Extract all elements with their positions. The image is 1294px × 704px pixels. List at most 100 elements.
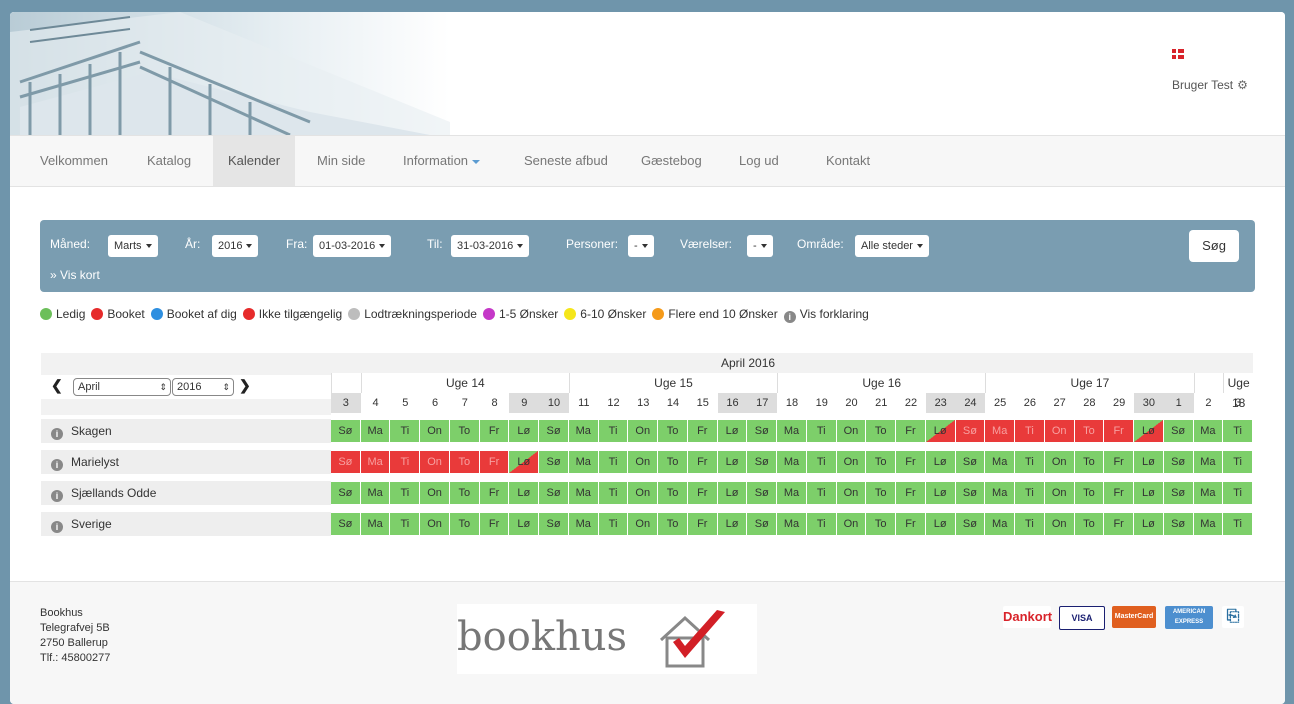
calendar-day-cell[interactable]: Ti	[1223, 513, 1252, 535]
calendar-day-cell[interactable]: Fr	[896, 451, 925, 473]
calendar-day-cell[interactable]: Lø	[1134, 513, 1163, 535]
calendar-day-cell[interactable]: Sø	[747, 513, 777, 535]
calendar-day-cell[interactable]: To	[449, 482, 479, 504]
calendar-day-cell[interactable]: On	[628, 451, 658, 473]
calendar-day-cell[interactable]: On	[836, 451, 866, 473]
calendar-day-cell[interactable]: To	[866, 482, 896, 504]
calendar-day-cell[interactable]: Fr	[896, 482, 925, 504]
calendar-day-cell[interactable]: To	[1074, 513, 1104, 535]
info-icon[interactable]: i	[51, 428, 63, 440]
calendar-day-cell[interactable]: On	[420, 420, 449, 442]
calendar-day-cell[interactable]: Ti	[598, 451, 628, 473]
calendar-day-cell[interactable]: Fr	[479, 482, 509, 504]
persons-select[interactable]: -	[628, 235, 654, 257]
info-icon[interactable]: i	[51, 459, 63, 471]
calendar-day-cell[interactable]: Sø	[539, 513, 568, 535]
calendar-day-cell[interactable]: Fr	[479, 420, 509, 442]
calendar-day-cell[interactable]: Lø	[1134, 482, 1163, 504]
calendar-day-cell[interactable]: Ma	[777, 451, 806, 473]
calendar-day-cell[interactable]: Ti	[390, 513, 420, 535]
calendar-day-cell[interactable]: Lø	[717, 482, 747, 504]
calendar-day-cell[interactable]: To	[449, 451, 479, 473]
calendar-day-cell[interactable]: Sø	[1163, 482, 1193, 504]
nav-item-gaestebog[interactable]: Gæstebog	[626, 136, 717, 186]
calendar-day-cell[interactable]: Ma	[1193, 420, 1223, 442]
resource-name[interactable]: i Skagen	[41, 419, 331, 443]
calendar-day-cell[interactable]: To	[1074, 451, 1104, 473]
calendar-day-cell[interactable]: Fr	[687, 482, 717, 504]
calendar-day-cell[interactable]: On	[836, 513, 866, 535]
show-map-link[interactable]: » Vis kort	[50, 268, 100, 282]
calendar-day-cell[interactable]: To	[866, 451, 896, 473]
info-icon[interactable]: i	[51, 521, 63, 533]
calendar-day-cell[interactable]: Ma	[1193, 513, 1223, 535]
calendar-day-cell[interactable]: Sø	[539, 482, 568, 504]
calendar-day-cell[interactable]: To	[658, 451, 687, 473]
calendar-day-cell[interactable]: Lø	[925, 451, 955, 473]
nav-item-information[interactable]: Information	[388, 136, 495, 186]
calendar-day-cell[interactable]: Ti	[806, 451, 836, 473]
calendar-day-cell[interactable]: Ma	[568, 451, 598, 473]
calendar-day-cell[interactable]: Ti	[1015, 513, 1044, 535]
year-select[interactable]: 2016	[212, 235, 259, 257]
calendar-day-cell[interactable]: Lø	[925, 513, 955, 535]
calendar-day-cell[interactable]: Sø	[331, 451, 360, 473]
calendar-day-cell[interactable]: Sø	[539, 451, 568, 473]
calendar-day-cell[interactable]: On	[1044, 482, 1074, 504]
calendar-day-cell[interactable]: To	[866, 513, 896, 535]
calendar-day-cell[interactable]: Ti	[806, 420, 836, 442]
calendar-day-cell[interactable]: On	[836, 420, 866, 442]
user-menu[interactable]: Bruger Test ⚙	[1172, 78, 1248, 92]
calendar-day-cell[interactable]: Ma	[360, 451, 390, 473]
calendar-day-cell[interactable]: Fr	[1104, 482, 1134, 504]
calendar-day-cell[interactable]: Ma	[985, 513, 1015, 535]
nav-item-min-side[interactable]: Min side	[302, 136, 380, 186]
area-select[interactable]: Alle steder	[855, 235, 929, 257]
rooms-select[interactable]: -	[747, 235, 773, 257]
calendar-day-cell[interactable]: Fr	[479, 513, 509, 535]
calendar-day-cell[interactable]: Sø	[331, 482, 360, 504]
calendar-day-cell[interactable]: On	[836, 482, 866, 504]
calendar-day-cell[interactable]: Ma	[568, 513, 598, 535]
calendar-day-cell[interactable]: Ti	[390, 451, 420, 473]
to-date-select[interactable]: 31-03-2016	[451, 235, 530, 257]
calendar-day-cell[interactable]: Ti	[1015, 420, 1044, 442]
calendar-day-cell[interactable]: To	[449, 420, 479, 442]
calendar-day-cell[interactable]: Sø	[955, 451, 985, 473]
calendar-day-cell[interactable]: To	[449, 513, 479, 535]
calendar-day-cell[interactable]: Lø	[509, 482, 539, 504]
calendar-day-cell[interactable]: Lø	[717, 451, 747, 473]
calendar-day-cell[interactable]: To	[658, 420, 687, 442]
calendar-day-cell[interactable]: Ti	[390, 482, 420, 504]
calendar-day-cell[interactable]: Ma	[777, 513, 806, 535]
calendar-day-cell[interactable]: Sø	[747, 420, 777, 442]
resource-name[interactable]: i Sverige	[41, 512, 331, 536]
calendar-day-cell[interactable]: Fr	[896, 513, 925, 535]
calendar-day-cell[interactable]: Sø	[747, 451, 777, 473]
calendar-day-cell[interactable]: Sø	[955, 482, 985, 504]
calendar-day-cell[interactable]: On	[628, 513, 658, 535]
calendar-day-cell[interactable]: Fr	[1104, 420, 1134, 442]
calendar-day-cell[interactable]: Ma	[985, 482, 1015, 504]
nav-item-seneste-afbud[interactable]: Seneste afbud	[509, 136, 623, 186]
calendar-day-cell[interactable]: Fr	[479, 451, 509, 473]
calendar-day-cell[interactable]: Sø	[331, 513, 360, 535]
calendar-day-cell[interactable]: Ti	[598, 513, 628, 535]
calendar-day-cell[interactable]: Sø	[331, 420, 360, 442]
nav-item-katalog[interactable]: Katalog	[132, 136, 206, 186]
calendar-day-cell[interactable]: Ma	[568, 482, 598, 504]
calendar-day-cell[interactable]: To	[866, 420, 896, 442]
calendar-day-cell[interactable]: Fr	[687, 451, 717, 473]
calendar-day-cell[interactable]: Ma	[568, 420, 598, 442]
calendar-day-cell[interactable]: Ma	[985, 420, 1015, 442]
calendar-day-cell[interactable]: Ti	[806, 513, 836, 535]
calendar-day-cell[interactable]: Lø	[509, 420, 539, 442]
calendar-year-select[interactable]: 2016 ⇕	[172, 378, 234, 396]
calendar-day-cell[interactable]: Ti	[1015, 482, 1044, 504]
calendar-day-cell[interactable]: Ma	[360, 513, 390, 535]
info-icon[interactable]: i	[51, 490, 63, 502]
calendar-day-cell[interactable]: Sø	[955, 420, 985, 442]
calendar-day-cell[interactable]: Fr	[687, 513, 717, 535]
nav-item-log-ud[interactable]: Log ud	[724, 136, 794, 186]
search-button[interactable]: Søg	[1189, 230, 1239, 262]
